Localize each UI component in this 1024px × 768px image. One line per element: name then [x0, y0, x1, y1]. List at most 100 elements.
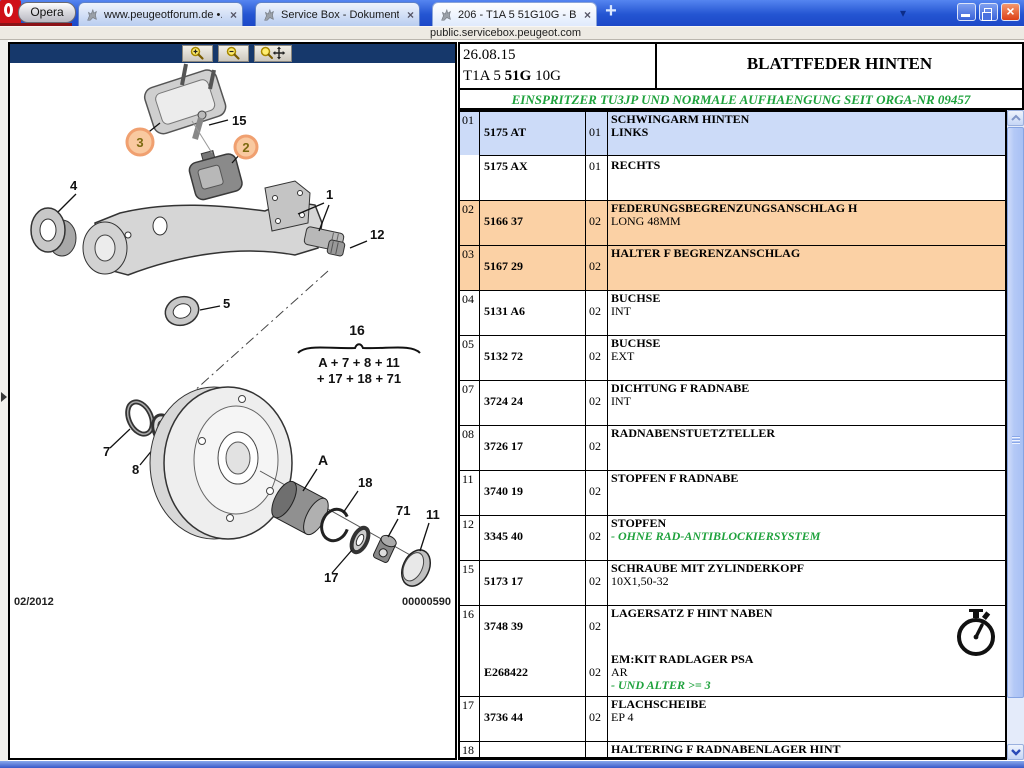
zoom-pan-button[interactable] — [254, 45, 292, 62]
panel-expand-arrow[interactable] — [1, 392, 7, 402]
zoom-in-button[interactable] — [182, 45, 213, 62]
table-row[interactable]: 035167 2902HALTER F BEGRENZANSCHLAG — [460, 246, 1005, 291]
callout-11: 11 — [426, 507, 440, 522]
tab-close-icon[interactable]: × — [230, 9, 237, 21]
description-line: EP 4 — [611, 711, 1005, 724]
part-number-cell: 5131 A6 — [480, 291, 586, 335]
parts-table-body: 015175 AT01SCHWINGARM HINTENLINKS5175 AX… — [458, 110, 1007, 760]
new-tab-button[interactable]: + — [598, 2, 624, 22]
table-row[interactable]: 123345 4002STOPFEN- OHNE RAD-ANTIBLOCKIE… — [460, 516, 1005, 561]
table-row[interactable]: 025166 3702FEDERUNGSBEGRENZUNGSANSCHLAG … — [460, 201, 1005, 246]
zoom-in-icon — [190, 46, 205, 61]
scrollbar-thumb[interactable] — [1007, 127, 1024, 698]
part-item[interactable]: 035167 2902HALTER F BEGRENZANSCHLAG — [460, 246, 1005, 290]
chevron-up-icon — [1009, 112, 1023, 124]
callout-4: 4 — [70, 178, 78, 193]
part-item[interactable]: 083726 1702RADNABENSTUETZTELLER — [460, 426, 1005, 470]
description-cell: EM:KIT RADLAGER PSAAR- UND ALTER >= 3 — [608, 652, 1005, 696]
ref-cell: 02 — [460, 201, 480, 245]
table-row[interactable]: 163748 3902LAGERSATZ F HINT NABEN E26842… — [460, 606, 1005, 697]
part-number-cell: 3726 17 — [480, 426, 586, 470]
description-line: LAGERSATZ F HINT NABEN — [611, 607, 1005, 620]
scrollbar-grip — [1012, 436, 1020, 445]
part-item[interactable]: 015175 AT01SCHWINGARM HINTENLINKS — [460, 112, 1005, 155]
description-cell: FEDERUNGSBEGRENZUNGSANSCHLAG HLONG 48MM — [608, 201, 1005, 245]
minimize-button[interactable] — [957, 3, 976, 21]
stopwatch-icon — [953, 608, 999, 658]
description-line: - OHNE RAD-ANTIBLOCKIERSYSTEM — [611, 530, 1005, 543]
callout-8: 8 — [132, 462, 139, 477]
zoom-pan-icon — [260, 46, 286, 61]
description-cell: STOPFEN- OHNE RAD-ANTIBLOCKIERSYSTEM — [608, 516, 1005, 560]
part-item[interactable]: 163748 3902LAGERSATZ F HINT NABEN — [460, 606, 1005, 652]
restore-button[interactable] — [979, 3, 998, 21]
window-bottom-border — [0, 761, 1024, 768]
qty-cell: 02 — [586, 606, 608, 652]
part-number-cell: 3724 24 — [480, 381, 586, 425]
ref-cell: 17 — [460, 697, 480, 741]
callout-3: 3 — [136, 135, 143, 150]
part-item[interactable]: 073724 2402DICHTUNG F RADNABEINT — [460, 381, 1005, 425]
part-item[interactable]: 155173 1702SCHRAUBE MIT ZYLINDERKOPF10X1… — [460, 561, 1005, 605]
table-row[interactable]: 18HALTERING F RADNABENLAGER HINT — [460, 742, 1005, 758]
part-item[interactable]: 045131 A602BUCHSEINT — [460, 291, 1005, 335]
qty-cell: 02 — [586, 697, 608, 741]
description-line: DICHTUNG F RADNABE — [611, 382, 1005, 395]
table-row[interactable]: 083726 1702RADNABENSTUETZTELLER — [460, 426, 1005, 471]
chevron-down-icon[interactable]: ▾ — [900, 6, 906, 20]
part-item[interactable]: E26842202EM:KIT RADLAGER PSAAR- UND ALTE… — [460, 652, 1005, 696]
ref-cell: 11 — [460, 471, 480, 515]
part-item[interactable]: 123345 4002STOPFEN- OHNE RAD-ANTIBLOCKIE… — [460, 516, 1005, 560]
parts-table-panel: 26.08.15 T1A 5 51G 10G BLATTFEDER HINTEN… — [458, 42, 1024, 760]
vertical-scrollbar[interactable] — [1007, 110, 1024, 760]
part-item[interactable]: 055132 7202BUCHSEEXT — [460, 336, 1005, 380]
description-line: LONG 48MM — [611, 215, 1005, 228]
table-row[interactable]: 073724 2402DICHTUNG F RADNABEINT — [460, 381, 1005, 426]
part-item[interactable]: 025166 3702FEDERUNGSBEGRENZUNGSANSCHLAG … — [460, 201, 1005, 245]
table-row[interactable]: 173736 4402FLACHSCHEIBEEP 4 — [460, 697, 1005, 742]
table-row[interactable]: 045131 A602BUCHSEINT — [460, 291, 1005, 336]
table-row[interactable]: 015175 AT01SCHWINGARM HINTENLINKS5175 AX… — [460, 112, 1005, 201]
table-row[interactable]: 055132 7202BUCHSEEXT — [460, 336, 1005, 381]
ref-cell: 12 — [460, 516, 480, 560]
scroll-up-button[interactable] — [1007, 110, 1024, 126]
ref-cell: 08 — [460, 426, 480, 470]
zoom-out-button[interactable] — [218, 45, 249, 62]
address-bar[interactable]: public.servicebox.peugeot.com — [0, 26, 1024, 40]
description-cell: BUCHSEEXT — [608, 336, 1005, 380]
description-line: SCHWINGARM HINTEN — [611, 113, 1005, 126]
tab-peugeotforum[interactable]: www.peugeotforum.de •... × — [78, 2, 243, 26]
page-url: public.servicebox.peugeot.com — [430, 27, 581, 39]
close-button[interactable]: × — [1001, 3, 1020, 21]
tab-close-icon[interactable]: × — [407, 9, 414, 21]
part-item[interactable]: 18HALTERING F RADNABENLAGER HINT — [460, 742, 1005, 757]
description-cell: HALTERING F RADNABENLAGER HINT — [608, 742, 1005, 758]
description-line: RECHTS — [611, 159, 1005, 172]
tab-206-parts[interactable]: 206 - T1A 5 51G10G - BL... × — [432, 2, 597, 26]
part-item[interactable]: 113740 1902STOPFEN F RADNABE — [460, 471, 1005, 515]
part-number-cell — [480, 742, 586, 758]
part-item[interactable]: 5175 AX01RECHTS — [460, 155, 1005, 200]
tab-close-icon[interactable]: × — [584, 9, 591, 21]
callout-1: 1 — [326, 187, 333, 202]
description-line: EM:KIT RADLAGER PSA — [611, 653, 1005, 666]
opera-window: Opera www.peugeotforum.de •... × Service… — [0, 0, 1024, 768]
description-line: EXT — [611, 350, 1005, 363]
qty-cell: 01 — [586, 112, 608, 155]
part-number-cell: 5132 72 — [480, 336, 586, 380]
diagram-panel: 15 3 2 4 — [8, 42, 457, 760]
opera-menu-button[interactable]: Opera — [18, 2, 76, 23]
description-cell: STOPFEN F RADNABE — [608, 471, 1005, 515]
tab-label: www.peugeotforum.de •... — [104, 9, 222, 21]
ref-cell: 03 — [460, 246, 480, 290]
table-row[interactable]: 155173 1702SCHRAUBE MIT ZYLINDERKOPF10X1… — [460, 561, 1005, 606]
part-item[interactable]: 173736 4402FLACHSCHEIBEEP 4 — [460, 697, 1005, 741]
scroll-down-button[interactable] — [1007, 744, 1024, 760]
callout-15: 15 — [232, 113, 246, 128]
part-number-cell: 3736 44 — [480, 697, 586, 741]
peugeot-lion-favicon — [262, 8, 276, 22]
ref-cell: 05 — [460, 336, 480, 380]
tab-servicebox-docs[interactable]: Service Box - Dokumenta... × — [255, 2, 420, 26]
callout-A: A — [318, 452, 328, 468]
table-row[interactable]: 113740 1902STOPFEN F RADNABE — [460, 471, 1005, 516]
